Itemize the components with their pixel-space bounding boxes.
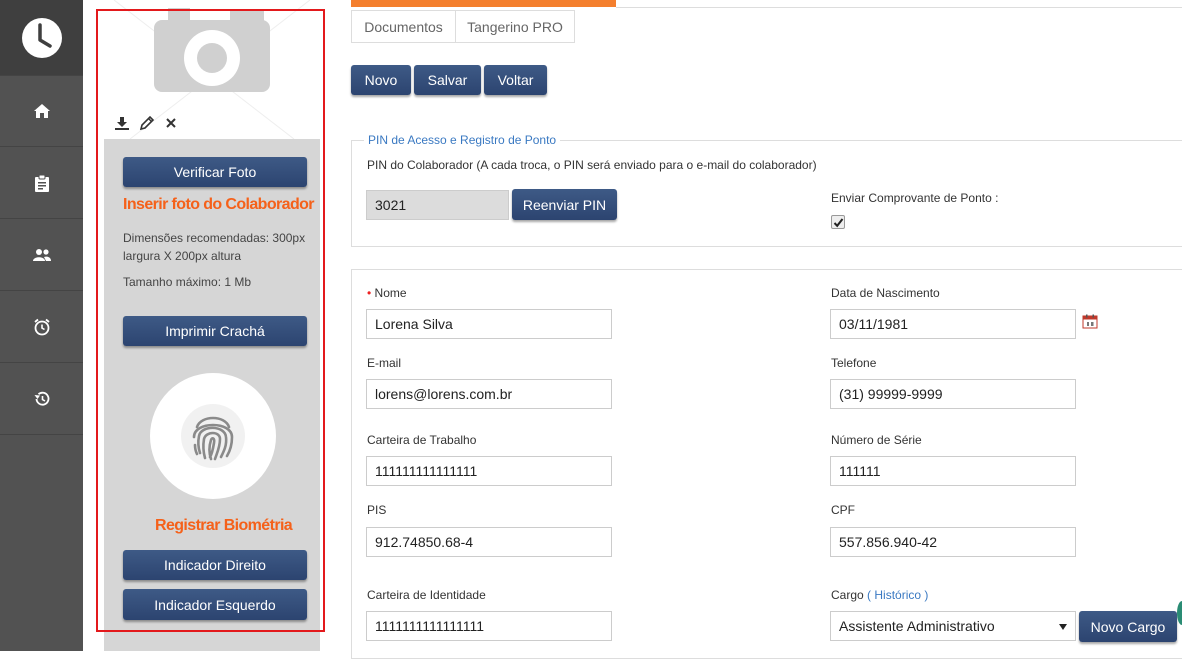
cpf-input[interactable]: 557.856.940-42 [830, 527, 1076, 557]
required-marker: • [367, 286, 375, 300]
app-logo[interactable] [0, 0, 83, 76]
email-input[interactable]: lorens@lorens.com.br [366, 379, 612, 409]
pin-input[interactable]: 3021 [366, 190, 509, 220]
new-button[interactable]: Novo [351, 65, 411, 95]
alarm-clock-icon [33, 318, 50, 335]
pis-input[interactable]: 912.74850.68-4 [366, 527, 612, 557]
work-card-label: Carteira de Trabalho [367, 433, 477, 447]
role-label: Cargo ( Histórico ) [831, 588, 928, 602]
phone-label: Telefone [831, 356, 877, 370]
birth-date-label: Data de Nascimento [831, 286, 940, 300]
active-tab-indicator [351, 0, 616, 7]
nav-home[interactable] [0, 75, 83, 147]
nav-reports[interactable] [0, 147, 83, 219]
name-label: • Nome [367, 286, 407, 300]
role-select-value: Assistente Administrativo [839, 618, 995, 634]
pin-description: PIN do Colaborador (A cada troca, o PIN … [367, 158, 817, 172]
clipboard-icon [34, 174, 49, 192]
home-icon [33, 103, 50, 118]
save-button[interactable]: Salvar [414, 65, 481, 95]
pin-section-legend: PIN de Acesso e Registro de Ponto [364, 133, 561, 147]
tab-tangerino-pro[interactable]: Tangerino PRO [455, 10, 575, 43]
role-label-text: Cargo [831, 588, 864, 602]
role-select[interactable]: Assistente Administrativo [830, 611, 1076, 641]
id-card-label: Carteira de Identidade [367, 588, 486, 602]
new-role-button[interactable]: Novo Cargo [1079, 611, 1177, 642]
highlight-frame [96, 9, 325, 632]
serial-number-input[interactable]: 111111 [830, 456, 1076, 486]
calendar-icon[interactable] [1082, 314, 1098, 329]
top-tab-strip [616, 0, 1182, 8]
id-card-input[interactable]: 1111111111111111 [366, 611, 612, 641]
nav-employees[interactable] [0, 219, 83, 291]
cpf-label: CPF [831, 503, 855, 517]
history-icon [34, 391, 49, 405]
name-label-text: Nome [374, 286, 407, 300]
back-button[interactable]: Voltar [484, 65, 547, 95]
clock-logo-icon [21, 17, 62, 58]
send-receipt-checkbox[interactable] [831, 215, 845, 229]
birth-date-input[interactable]: 03/11/1981 [830, 309, 1076, 339]
email-label: E-mail [367, 356, 402, 370]
serial-number-label: Número de Série [831, 433, 922, 447]
nav-rail [0, 0, 83, 651]
phone-input[interactable]: (31) 99999-9999 [830, 379, 1076, 409]
tab-documents[interactable]: Documentos [351, 10, 456, 43]
help-widget[interactable] [1177, 601, 1182, 625]
resend-pin-button[interactable]: Reenviar PIN [512, 189, 617, 220]
nav-alarms[interactable] [0, 291, 83, 363]
work-card-input[interactable]: 111111111111111 [366, 456, 612, 486]
checkmark-icon [833, 218, 844, 228]
name-input[interactable]: Lorena Silva [366, 309, 612, 339]
pis-label: PIS [367, 503, 387, 517]
chevron-down-icon [1059, 624, 1067, 630]
nav-history[interactable] [0, 363, 83, 435]
users-icon [32, 248, 51, 261]
role-history-link[interactable]: ( Histórico ) [867, 588, 928, 602]
send-receipt-label: Enviar Comprovante de Ponto : [831, 191, 999, 205]
